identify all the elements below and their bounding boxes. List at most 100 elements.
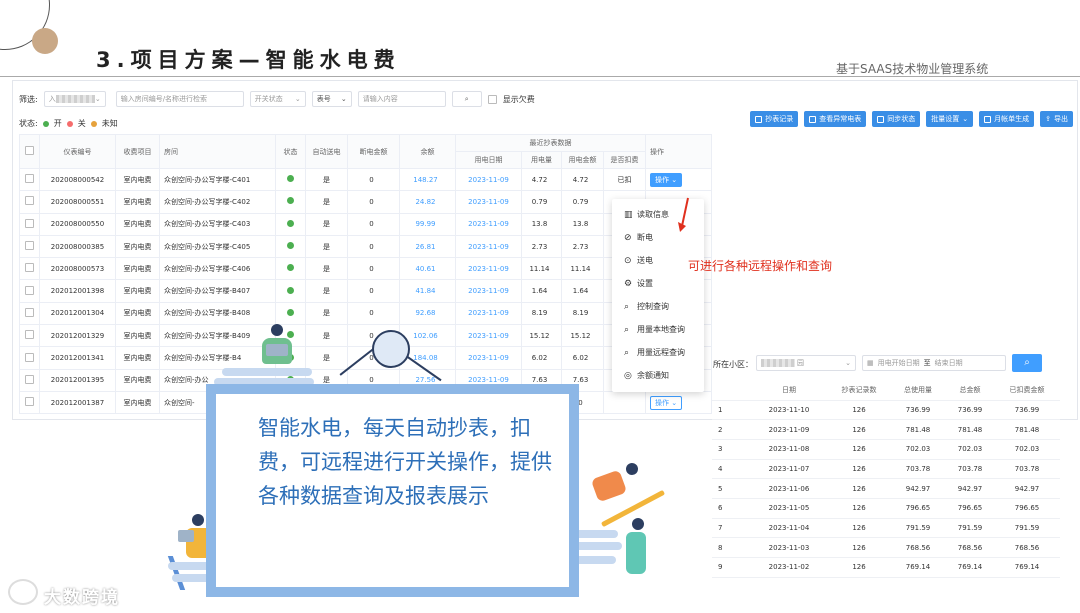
summary-cell: 791.59 xyxy=(890,518,946,539)
menu-item[interactable]: ⌕ 控制查询 xyxy=(624,301,669,312)
meter-no-value: 表号 xyxy=(316,95,331,103)
row-checkbox[interactable] xyxy=(25,397,34,407)
meter-record-button[interactable]: 抄表记录 xyxy=(750,111,799,127)
row-checkbox[interactable] xyxy=(25,263,34,273)
menu-item[interactable]: ⊘ 断电 xyxy=(624,232,653,243)
tablet-illustration xyxy=(178,530,194,542)
row-checkbox[interactable] xyxy=(25,218,34,228)
select-all-checkbox[interactable] xyxy=(25,146,34,155)
switch-status-select[interactable]: 开关状态 ⌄ xyxy=(249,91,306,107)
row-select[interactable] xyxy=(19,167,40,192)
row-checkbox[interactable] xyxy=(25,374,34,384)
summary-cell: 2023-11-04 xyxy=(750,518,828,539)
row-select[interactable] xyxy=(19,324,40,348)
cell-charge-item: 室内电费 xyxy=(115,301,160,326)
menu-item-label: 用量本地查询 xyxy=(637,325,685,334)
show-arrears-checkbox[interactable] xyxy=(487,94,497,104)
meter-table: 仪表编号 收费项目 房间 状态 自动送电 断电金额 余额 最近抄表数据 操作 用… xyxy=(19,134,712,415)
content-input-placeholder: 请输入内容 xyxy=(362,95,398,103)
menu-item-label: 控制查询 xyxy=(637,302,669,311)
row-checkbox[interactable] xyxy=(25,352,34,362)
cell-charge-item: 室内电费 xyxy=(115,234,160,259)
cell-power-qty: 2.73 xyxy=(521,234,562,259)
status-unknown-icon xyxy=(90,120,97,127)
row-checkbox[interactable] xyxy=(25,174,34,184)
row-select[interactable] xyxy=(19,390,40,415)
row-checkbox[interactable] xyxy=(25,285,34,295)
room-search-input[interactable]: 输入房间编号/名称进行检索 xyxy=(115,91,244,107)
monthly-bill-button[interactable]: 月帐单生成 xyxy=(979,111,1035,127)
operation-button[interactable]: 操作 ⌄ xyxy=(650,172,683,187)
table-row[interactable]: 202012001329 室内电费 众创空间-办公写字楼-B409 是 0 102.06 2… xyxy=(19,324,712,348)
summary-cell: 9 xyxy=(712,557,750,578)
callout-corner-dot xyxy=(559,402,564,407)
cell-meter-id: 202012001341 xyxy=(39,346,116,370)
operation-button[interactable]: 操作 ⌄ xyxy=(650,395,683,410)
row-select[interactable] xyxy=(19,301,40,326)
summary-cell: 942.97 xyxy=(994,478,1060,499)
menu-item[interactable]: ▥ 读取信息 xyxy=(624,209,669,220)
row-checkbox[interactable] xyxy=(25,307,34,317)
export-button[interactable]: ⇪ 导出 xyxy=(1040,111,1073,127)
row-select[interactable] xyxy=(19,257,40,281)
operation-button-label: 操作 xyxy=(655,175,669,184)
table-row[interactable]: 202008000551 室内电费 众创空间-办公写字楼-C402 是 0 24.82 20… xyxy=(19,190,712,214)
table-row[interactable]: 202008000550 室内电费 众创空间-办公写字楼-C403 是 0 99.99 20… xyxy=(19,212,712,236)
red-arrow-icon xyxy=(678,197,689,232)
menu-item[interactable]: ⊙ 送电 xyxy=(624,255,653,266)
table-row[interactable]: 202008000542 室内电费 众创空间-办公写字楼-C401 是 0 148.27 2… xyxy=(19,167,712,192)
summary-cell: 126 xyxy=(828,537,890,558)
row-select[interactable] xyxy=(19,279,40,303)
cell-room: 众创空间-办公写字楼-B408 xyxy=(159,301,276,326)
row-checkbox[interactable] xyxy=(25,241,34,251)
table-row[interactable]: 202012001398 室内电费 众创空间-办公写字楼-B407 是 0 41.84 20… xyxy=(19,279,712,303)
summary-col-header: 总金额 xyxy=(946,380,994,401)
col-room: 房间 xyxy=(159,134,276,169)
reading-summary-panel: 所在小区： 园 ⌄ ▦ 用电开始日期 至 结束日期 ⌕ 日期 抄表记录数 总使用量总… xyxy=(706,350,1068,582)
row-checkbox[interactable] xyxy=(25,196,34,206)
search-button[interactable]: ⌕ xyxy=(451,91,482,107)
status-legend: 状态: 开 关 未知 xyxy=(19,118,118,129)
meter-no-select[interactable]: 表号 ⌄ xyxy=(311,91,352,107)
menu-item[interactable]: ⌕ 用量远程查询 xyxy=(624,347,685,358)
blurred-community-name: 园 xyxy=(761,358,804,368)
table-row[interactable]: 202012001304 室内电费 众创空间-办公写字楼-B408 是 0 92.68 20… xyxy=(19,301,712,326)
table-row[interactable]: 202012001341 室内电费 众创空间-办公写字楼-B4 是 0 184.08 202… xyxy=(19,346,712,370)
row-select[interactable] xyxy=(19,212,40,236)
content-input[interactable]: 请输入内容 xyxy=(357,91,446,107)
cell-status xyxy=(275,190,306,214)
cell-status xyxy=(275,212,306,236)
row-select[interactable] xyxy=(19,190,40,214)
cell-auto-power: 是 xyxy=(305,257,348,281)
menu-item-label: 设置 xyxy=(637,279,653,288)
summary-cell: 703.78 xyxy=(890,459,946,480)
summary-col-header: 抄表记录数 xyxy=(828,380,890,401)
row-select[interactable] xyxy=(19,368,40,392)
menu-item[interactable]: ⌕ 用量本地查询 xyxy=(624,324,685,335)
export-label: 导出 xyxy=(1054,115,1068,123)
cell-meter-id: 202012001395 xyxy=(39,368,116,392)
table-row[interactable]: 202008000573 室内电费 众创空间-办公写字楼-C406 是 0 40.61 20… xyxy=(19,257,712,281)
batch-settings-label: 批量设置 xyxy=(931,115,960,123)
sync-status-button[interactable]: 同步状态 xyxy=(872,111,921,127)
summary-cell: 702.03 xyxy=(994,439,1060,460)
row-select[interactable] xyxy=(19,346,40,370)
menu-item[interactable]: ⚙ 设置 xyxy=(624,278,653,289)
menu-item[interactable]: ◎ 余额通知 xyxy=(624,370,669,381)
community-select[interactable]: 园 ⌄ xyxy=(756,355,856,371)
col-cut-amount: 断电金额 xyxy=(347,134,400,169)
cell-deducted xyxy=(603,390,646,415)
project-select[interactable]: 入 ⌄ xyxy=(43,91,106,107)
batch-settings-button[interactable]: 批量设置 ⌄ xyxy=(926,111,974,127)
cell-auto-power: 是 xyxy=(305,190,348,214)
summary-cell: 703.78 xyxy=(994,459,1060,480)
summary-search-button[interactable]: ⌕ xyxy=(1012,354,1042,372)
cell-power-date: 2023-11-09 xyxy=(455,346,522,370)
date-range-picker[interactable]: ▦ 用电开始日期 至 结束日期 xyxy=(862,355,1006,371)
row-checkbox[interactable] xyxy=(25,330,34,340)
row-select[interactable] xyxy=(19,234,40,259)
blur-mask xyxy=(761,359,795,367)
abnormal-meter-button[interactable]: 查看异常电表 xyxy=(804,111,867,127)
cell-meter-id: 202008000542 xyxy=(39,167,116,192)
table-row[interactable]: 202008000385 室内电费 众创空间-办公写字楼-C405 是 0 26.81 20… xyxy=(19,234,712,259)
